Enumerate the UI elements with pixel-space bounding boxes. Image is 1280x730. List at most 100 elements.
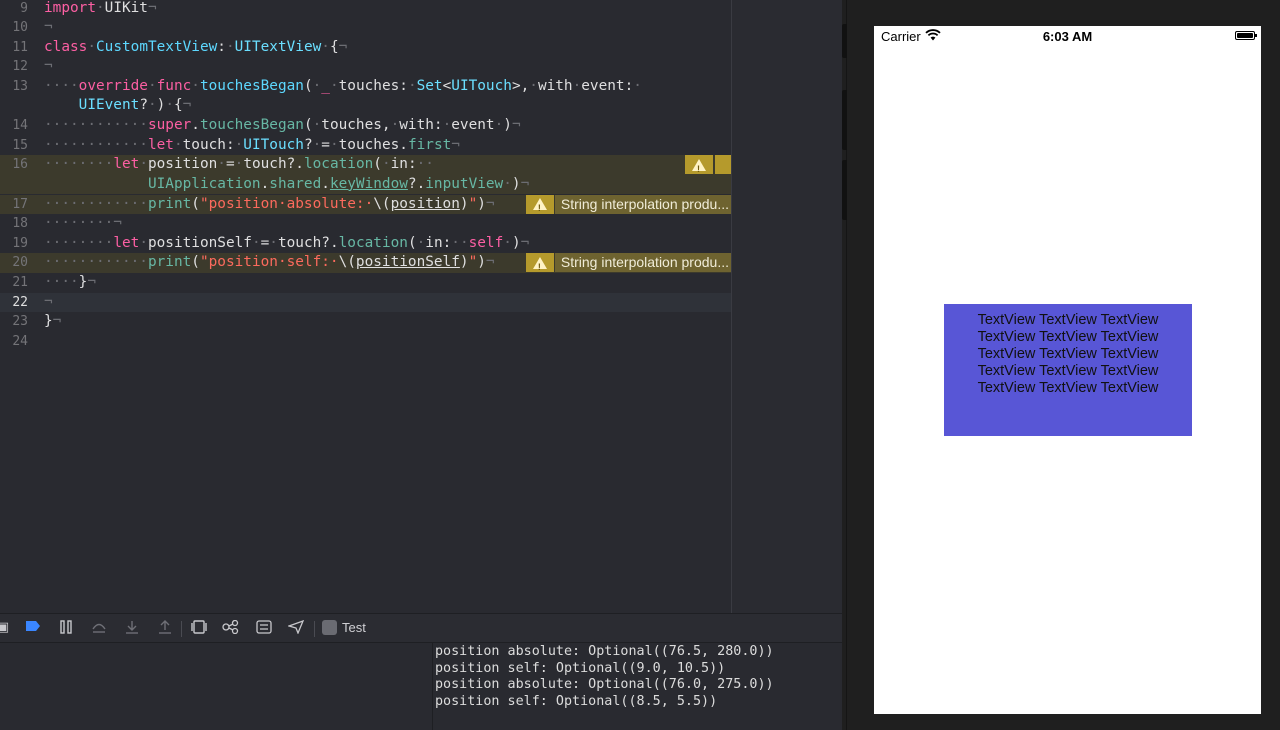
- code-text: ············print("position·absolute:·\(…: [44, 195, 495, 215]
- warning-icon[interactable]: [685, 155, 713, 179]
- code-token: ·: [251, 234, 261, 251]
- code-token: ·: [312, 136, 322, 153]
- code-text: ····}¬: [44, 273, 96, 293]
- device-screen[interactable]: Carrier 6:03 AM TextView TextView TextVi…: [874, 26, 1261, 714]
- code-token: ¬: [44, 58, 53, 75]
- warning-badge[interactable]: [685, 155, 731, 179]
- code-token: .: [191, 117, 200, 134]
- warning-badge-tail[interactable]: [713, 155, 731, 175]
- step-into-icon[interactable]: [123, 620, 141, 636]
- code-token: func: [156, 77, 192, 94]
- code-token: =: [260, 234, 270, 251]
- custom-text-view[interactable]: TextView TextView TextView TextView TextV…: [944, 304, 1192, 436]
- code-line[interactable]: 16 ········let·position·=·touch?.location…: [0, 155, 731, 195]
- code-token: ): [511, 175, 521, 192]
- code-token: ············: [44, 136, 148, 153]
- code-token: ·: [147, 97, 157, 114]
- code-token: ): [459, 254, 469, 271]
- text-view-line: TextView TextView TextView: [977, 346, 1159, 362]
- code-line[interactable]: 10 ¬: [0, 18, 731, 38]
- code-token: ¬: [182, 97, 192, 114]
- warning-badge[interactable]: String interpolation produ...: [525, 194, 731, 219]
- code-editor[interactable]: 9 import·UIKit¬ 10 ¬ 11 class·CustomTextView:…: [0, 0, 846, 613]
- line-number: 18: [12, 216, 28, 232]
- code-line[interactable]: 9 import·UIKit¬: [0, 0, 731, 18]
- code-token: ·: [416, 234, 426, 251]
- code-token: ····: [44, 77, 79, 94]
- code-line[interactable]: 20 ············print("position·self:·\(po…: [0, 253, 731, 277]
- code-token: ·: [321, 38, 330, 55]
- environment-overrides-icon[interactable]: [255, 620, 273, 636]
- target-name[interactable]: Test: [342, 620, 366, 636]
- toolbar-divider: [314, 621, 315, 637]
- warning-icon[interactable]: [525, 194, 554, 219]
- code-token: position: [147, 156, 218, 173]
- code-token: ): [511, 234, 521, 251]
- step-over-icon[interactable]: [90, 620, 108, 636]
- warning-badge[interactable]: String interpolation produ...: [525, 253, 731, 277]
- code-line[interactable]: 18 ········¬: [0, 214, 731, 234]
- code-token: ·: [147, 77, 157, 94]
- code-token: ?: [139, 97, 148, 114]
- warning-message[interactable]: String interpolation produ...: [553, 194, 731, 214]
- code-token: let: [113, 234, 140, 251]
- code-token: ·: [494, 117, 504, 134]
- pause-icon[interactable]: [57, 620, 75, 636]
- code-token: keyWindow: [329, 175, 408, 192]
- code-line[interactable]: 14 ············super.touchesBegan(·touche…: [0, 116, 731, 136]
- console-output[interactable]: position absolute: Optional((76.5, 280.0…: [433, 643, 846, 730]
- variables-view[interactable]: [0, 643, 433, 730]
- code-token: ·: [390, 117, 400, 134]
- line-number: 9: [20, 0, 28, 16]
- code-token: }: [44, 313, 53, 330]
- code-token: ·: [503, 175, 512, 192]
- warning-icon[interactable]: [525, 253, 554, 277]
- code-token: ·: [633, 77, 642, 94]
- view-hierarchy-icon[interactable]: [190, 620, 208, 636]
- code-line[interactable]: 23}¬: [0, 312, 731, 332]
- code-token: ¬: [147, 0, 157, 16]
- hide-debug-area-icon[interactable]: ▣: [0, 620, 12, 636]
- code-token: ··: [451, 234, 469, 251]
- code-token: ·: [234, 156, 244, 173]
- line-number: 22: [12, 294, 28, 310]
- code-token: ¬: [44, 19, 53, 36]
- code-token: touch?.: [243, 156, 304, 173]
- code-line[interactable]: 12 ¬: [0, 57, 731, 77]
- code-token: UITextView: [234, 38, 322, 55]
- code-text-continuation: UIEvent?·)·{¬: [44, 96, 192, 116]
- code-token: _: [321, 77, 330, 94]
- code-line[interactable]: 19 ········let·positionSelf·=·touch?.loca…: [0, 234, 731, 254]
- code-token: ·: [503, 234, 512, 251]
- code-token: .: [260, 175, 270, 192]
- code-token: with:: [399, 117, 443, 134]
- code-token: UIKit: [104, 0, 148, 16]
- code-text: class·CustomTextView:·UITextView·{¬: [44, 38, 347, 58]
- code-line[interactable]: 21 ····}¬: [0, 273, 731, 293]
- code-line[interactable]: 17 ············print("position·absolute:·…: [0, 194, 731, 219]
- code-token: ¬: [338, 38, 348, 55]
- code-token: event:: [581, 77, 634, 94]
- code-token: :: [217, 38, 226, 55]
- breakpoints-toggle-icon[interactable]: [24, 620, 42, 636]
- code-token: ": [468, 254, 478, 271]
- code-token: ····: [44, 273, 79, 290]
- code-line[interactable]: 13 ····override·func·touchesBegan(·_·touc…: [0, 77, 731, 116]
- code-token: ¬: [87, 273, 96, 290]
- warning-message[interactable]: String interpolation produ...: [553, 253, 731, 273]
- code-line[interactable]: 11 class·CustomTextView:·UITextView·{¬: [0, 38, 731, 58]
- code-token: inputView: [425, 175, 504, 192]
- code-line[interactable]: 15 ············let·touch:·UITouch?·=·touc…: [0, 136, 731, 156]
- code-line[interactable]: 22 ¬: [0, 292, 731, 313]
- code-token: ·: [87, 38, 96, 55]
- text-view-line: TextView TextView TextView: [977, 312, 1159, 328]
- code-line[interactable]: 24: [0, 332, 731, 352]
- code-token: print: [147, 254, 192, 271]
- code-token: ··: [416, 156, 434, 173]
- memory-graph-icon[interactable]: [222, 619, 240, 636]
- code-token: ¬: [485, 254, 495, 271]
- console-line: position self: Optional((8.5, 5.5)): [435, 693, 718, 709]
- step-out-icon[interactable]: [156, 620, 174, 636]
- simulate-location-icon[interactable]: [286, 619, 305, 636]
- code-token: touch?.: [277, 234, 339, 251]
